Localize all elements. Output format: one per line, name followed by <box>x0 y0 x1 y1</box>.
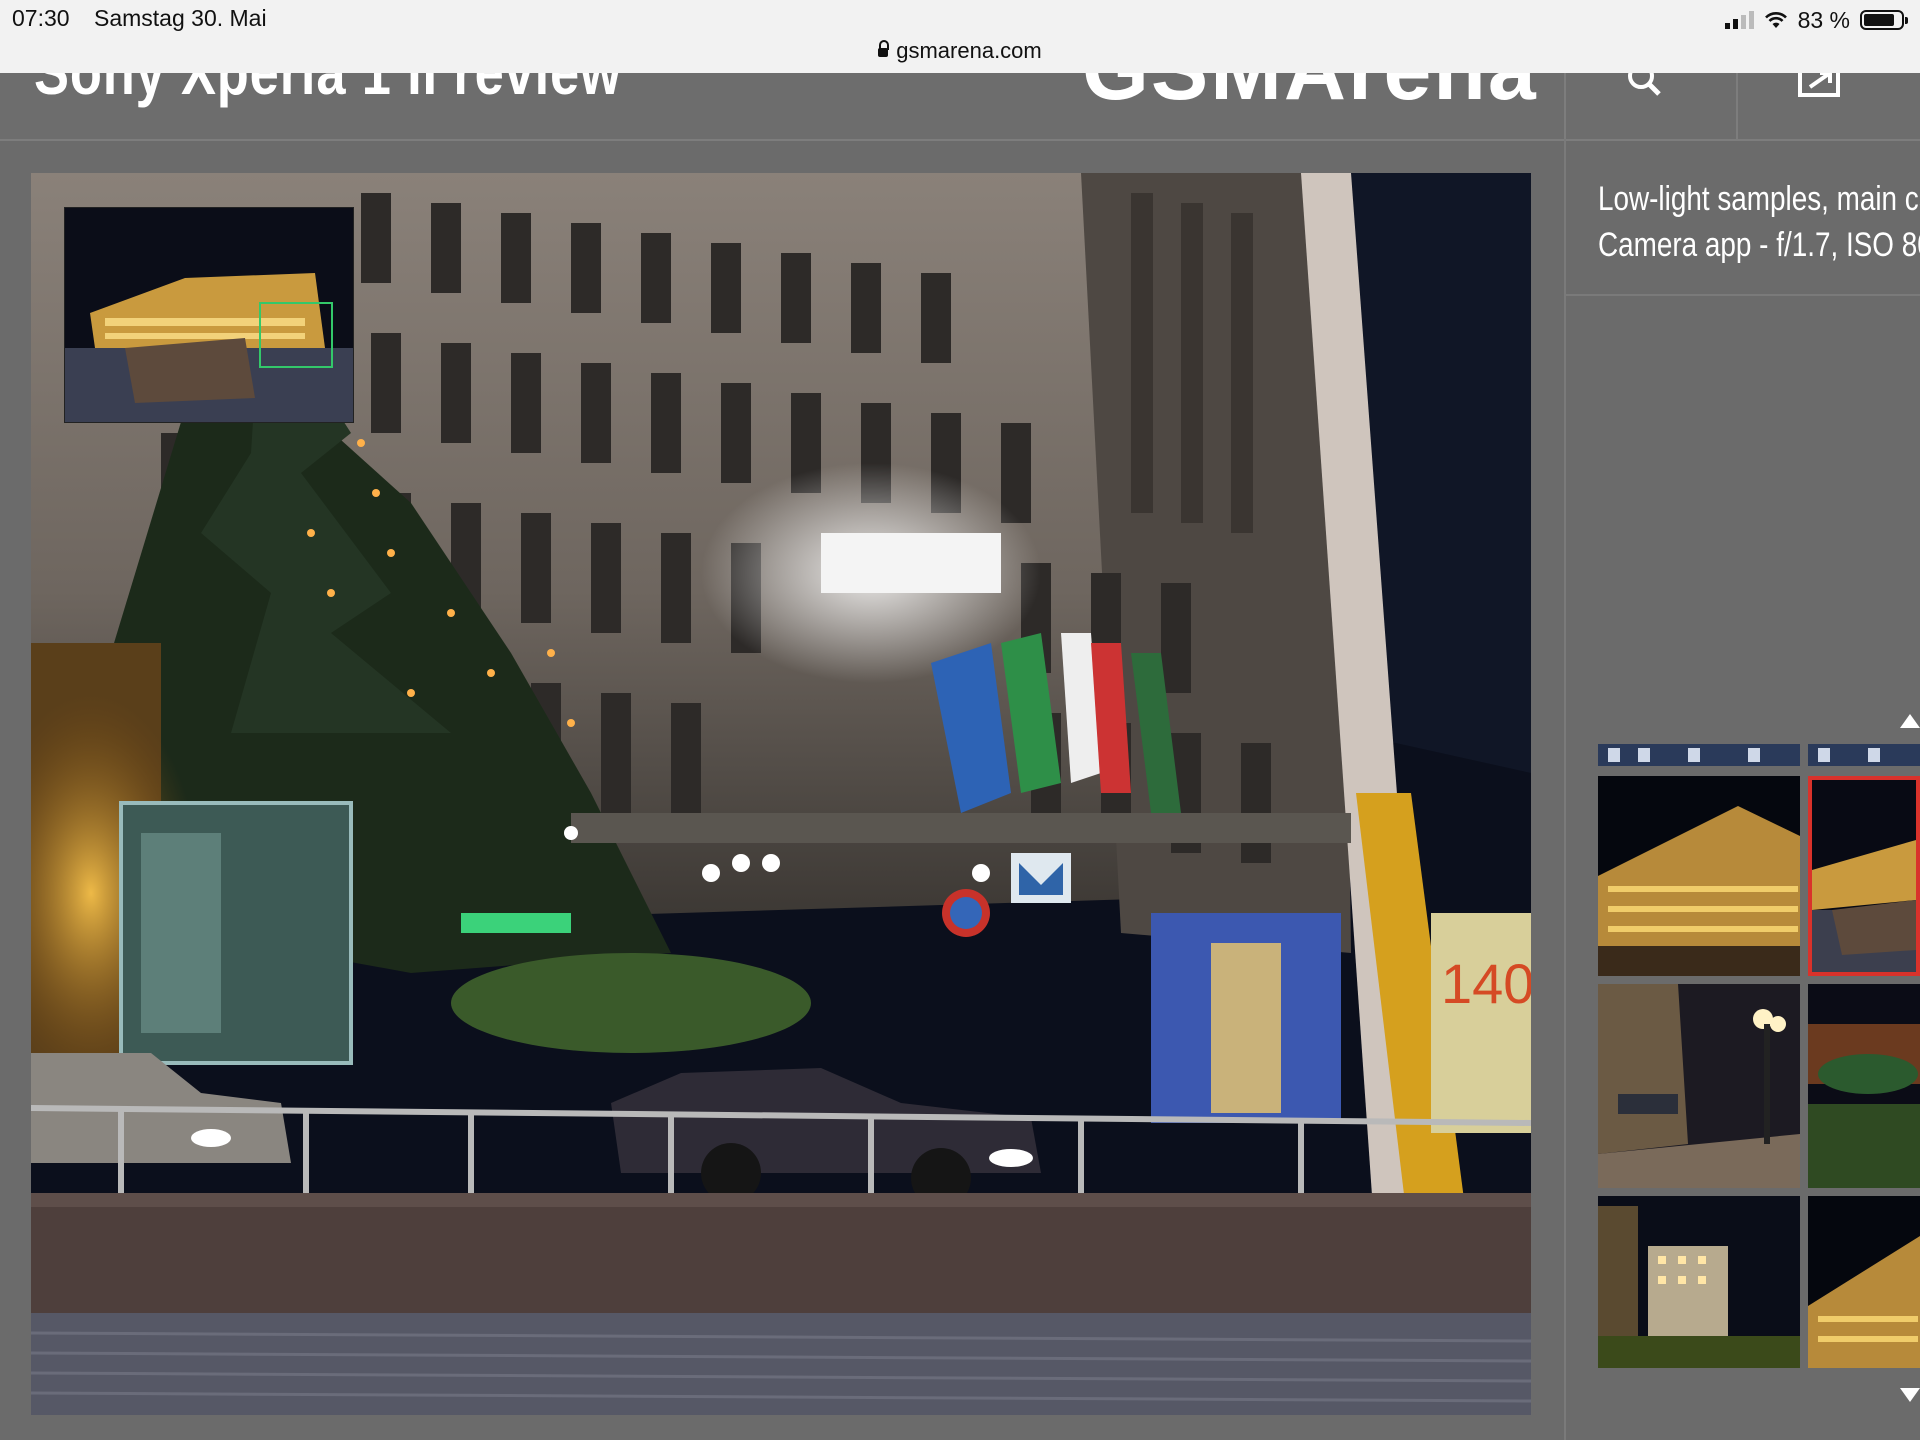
thumbnail[interactable] <box>1598 984 1800 1188</box>
wifi-icon <box>1764 12 1787 28</box>
header-divider <box>1736 73 1738 139</box>
status-date: Samstag 30. Mai <box>94 5 267 31</box>
thumbnail[interactable] <box>1598 1196 1800 1368</box>
overview-thumbnail <box>65 208 353 422</box>
header-divider <box>1564 73 1566 139</box>
photo-caption: Low-light samples, main cam Camera app -… <box>1598 176 1920 268</box>
thumbnail[interactable] <box>1598 776 1800 976</box>
caption-divider <box>1566 294 1920 296</box>
thumbnail-active[interactable] <box>1808 776 1920 976</box>
lock-icon <box>878 40 890 57</box>
share-icon[interactable] <box>1796 73 1842 99</box>
zoom-overview-inset[interactable] <box>64 207 354 423</box>
thumbnail[interactable] <box>1808 1196 1920 1368</box>
battery-percentage: 83 % <box>1797 6 1850 33</box>
battery-icon <box>1860 10 1908 30</box>
caption-line-1: Low-light samples, main cam <box>1598 180 1920 218</box>
status-indicators: 83 % <box>1724 5 1908 35</box>
cellular-signal-icon <box>1724 11 1754 29</box>
thumbnail[interactable] <box>1808 744 1920 766</box>
site-header: Sony Xperia 1 II review GSMArena <box>0 73 1920 141</box>
thumbnail[interactable] <box>1808 984 1920 1188</box>
svg-text:140: 140 <box>1441 952 1531 1015</box>
scroll-down-arrow-icon[interactable] <box>1900 1388 1920 1402</box>
panel-divider <box>1564 139 1566 1440</box>
thumbnail[interactable] <box>1598 744 1800 766</box>
scroll-up-arrow-icon[interactable] <box>1900 714 1920 728</box>
page-title: Sony Xperia 1 II review <box>34 73 622 109</box>
caption-line-2: Camera app - f/1.7, ISO 800, 1 <box>1598 226 1920 264</box>
status-bar: 07:30 Samstag 30. Mai 83 % gsmarena.com <box>0 0 1920 74</box>
url-text: gsmarena.com <box>896 38 1042 63</box>
site-logo[interactable]: GSMArena <box>1082 73 1538 120</box>
status-time: 07:30 <box>12 5 70 31</box>
search-icon[interactable] <box>1626 73 1662 99</box>
address-bar[interactable]: gsmarena.com <box>0 38 1920 64</box>
